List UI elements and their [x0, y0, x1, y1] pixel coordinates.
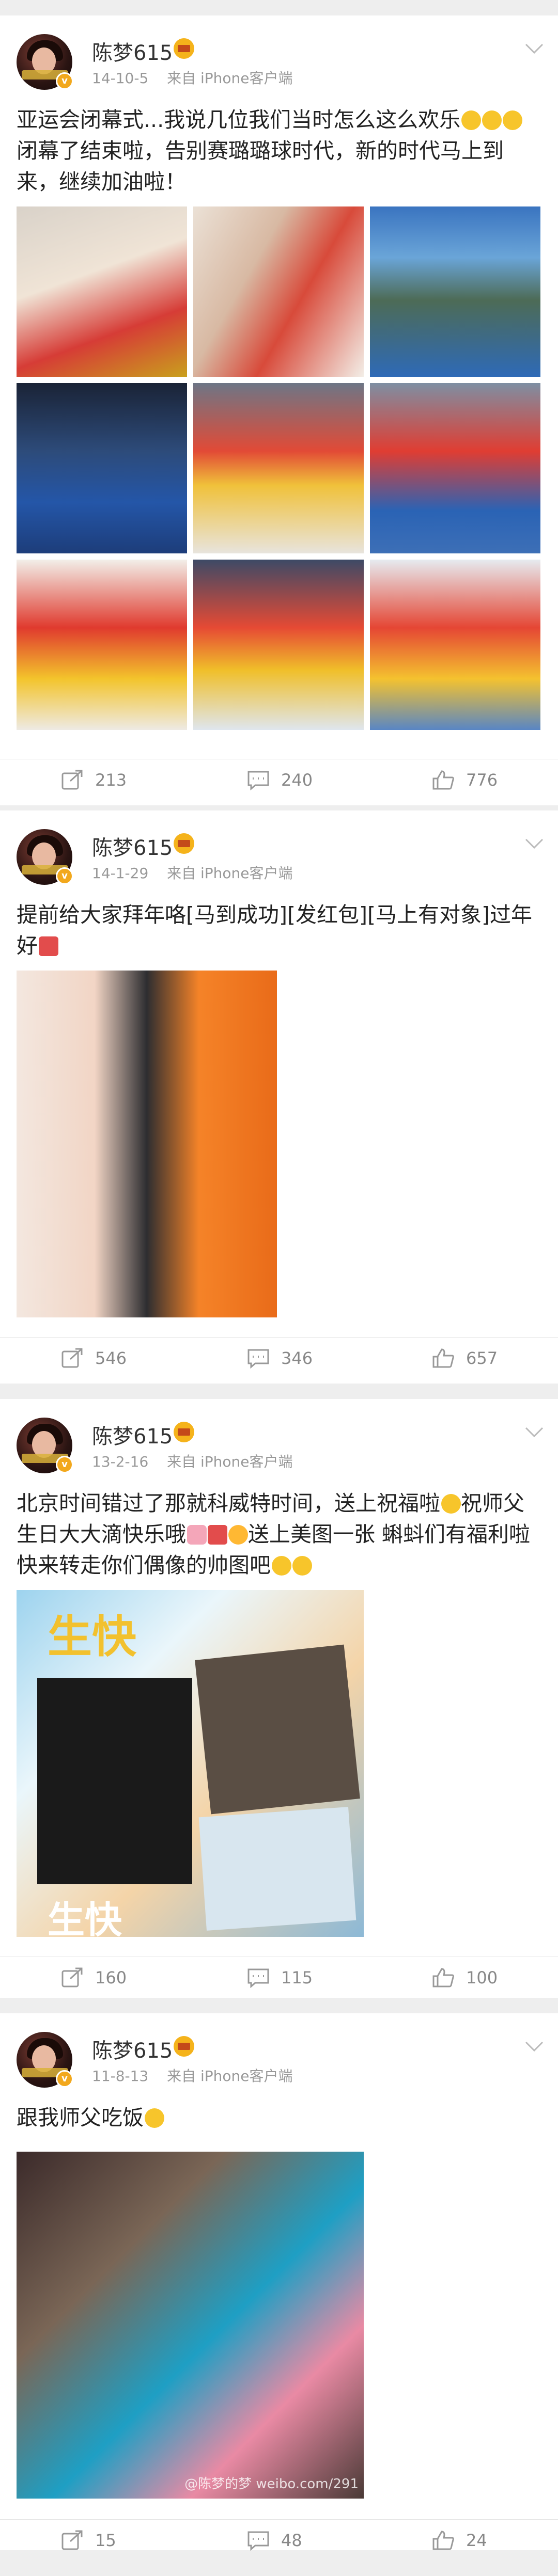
- verified-badge-icon: v: [56, 1456, 73, 1473]
- like-button[interactable]: 657: [432, 1338, 498, 1379]
- chevron-down-icon[interactable]: [524, 2039, 545, 2054]
- photo-1[interactable]: [17, 206, 187, 377]
- photo-4[interactable]: [17, 383, 187, 553]
- emoji-icon: [145, 2108, 164, 2128]
- post-text: 提前给大家拜年咯[马到成功][发红包][马上有对象]过年好: [17, 902, 532, 958]
- comment-icon: [247, 2531, 269, 2551]
- repost-icon: [61, 2530, 83, 2550]
- crown-icon: [174, 1422, 194, 1442]
- repost-button[interactable]: 160: [61, 1957, 127, 1998]
- post-meta: 14-1-29 来自 iPhone客户端: [92, 862, 293, 883]
- repost-button[interactable]: 213: [61, 759, 127, 801]
- repost-icon: [61, 770, 83, 790]
- emoji-icon: [292, 1556, 312, 1576]
- post-date: 14-1-29: [92, 865, 149, 882]
- username[interactable]: 陈梦615: [92, 2034, 173, 2064]
- action-bar: 546 346 657: [0, 1337, 558, 1378]
- emoji-icon: [461, 110, 482, 130]
- post-meta: 14-10-5 来自 iPhone客户端: [92, 67, 293, 88]
- username[interactable]: 陈梦615: [92, 1420, 173, 1450]
- post-meta: 11-8-13 来自 iPhone客户端: [92, 2065, 293, 2086]
- photo-5[interactable]: [193, 383, 364, 553]
- post-source[interactable]: 来自 iPhone客户端: [167, 70, 292, 87]
- post-card-4: v 陈梦615 11-8-13 来自 iPhone客户端 跟我师父吃饭 @陈梦的…: [0, 2013, 558, 2551]
- post-date: 14-10-5: [92, 70, 149, 87]
- chevron-down-icon[interactable]: [524, 1425, 545, 1439]
- post-card-3: v 陈梦615 13-2-16 来自 iPhone客户端 北京时间错过了那就科威…: [0, 1399, 558, 1998]
- action-bar: 213 240 776: [0, 759, 558, 800]
- like-icon: [432, 770, 454, 790]
- repost-icon: [61, 1348, 83, 1368]
- emoji-icon: [228, 1525, 248, 1545]
- photo-6[interactable]: [370, 383, 540, 553]
- emoji-icon: [482, 110, 502, 130]
- comment-icon: [247, 771, 269, 790]
- comment-button[interactable]: 48: [247, 2520, 302, 2561]
- photo-9[interactable]: [370, 560, 540, 730]
- like-icon: [432, 1348, 454, 1368]
- post-text: 跟我师父吃饭: [17, 2102, 541, 2133]
- gift-icon: [208, 1525, 227, 1545]
- photo-caption-bottom: 生快: [48, 1898, 122, 1937]
- cake-icon: [187, 1525, 207, 1545]
- post-card-1: v 陈梦615 14-10-5 来自 iPhone客户端 亚运会闭幕式...我说…: [0, 15, 558, 805]
- like-icon: [432, 2531, 454, 2550]
- crown-icon: [174, 833, 194, 854]
- emoji-icon: [39, 936, 58, 956]
- comment-button[interactable]: 346: [247, 1338, 313, 1379]
- like-button[interactable]: 100: [432, 1957, 498, 1998]
- photo-2[interactable]: [193, 206, 364, 377]
- action-bar: 15 48 24: [0, 2519, 558, 2561]
- like-icon: [432, 1968, 454, 1987]
- emoji-icon: [272, 1556, 291, 1576]
- photo-1[interactable]: [17, 971, 277, 1317]
- repost-icon: [61, 1967, 83, 1987]
- crown-icon: [174, 38, 194, 59]
- photo-7[interactable]: [17, 560, 187, 730]
- comment-icon: [247, 1349, 269, 1369]
- post-date: 13-2-16: [92, 1453, 149, 1470]
- post-date: 11-8-13: [92, 2068, 149, 2085]
- verified-badge-icon: v: [56, 72, 73, 90]
- photo-1[interactable]: 生快 生快: [17, 1590, 364, 1937]
- verified-badge-icon: v: [56, 2070, 73, 2088]
- post-source[interactable]: 来自 iPhone客户端: [167, 1453, 292, 1470]
- comment-icon: [247, 1968, 269, 1988]
- emoji-icon: [441, 1494, 461, 1514]
- username[interactable]: 陈梦615: [92, 36, 173, 66]
- post-source[interactable]: 来自 iPhone客户端: [167, 2068, 292, 2085]
- photo-1[interactable]: @陈梦的梦 weibo.com/291: [17, 2152, 364, 2499]
- photo-watermark: @陈梦的梦 weibo.com/291: [184, 2476, 359, 2492]
- emoji-icon: [503, 110, 523, 130]
- action-bar: 160 115 100: [0, 1957, 558, 1998]
- repost-button[interactable]: 15: [61, 2520, 116, 2561]
- username[interactable]: 陈梦615: [92, 831, 173, 861]
- verified-badge-icon: v: [56, 867, 73, 885]
- post-source[interactable]: 来自 iPhone客户端: [167, 865, 292, 882]
- photo-8[interactable]: [193, 560, 364, 730]
- post-card-2: v 陈梦615 14-1-29 来自 iPhone客户端 提前给大家拜年咯[马到…: [0, 810, 558, 1384]
- post-text: 北京时间错过了那就科威特时间，送上祝福啦 祝师父生日大大滴快乐哦 送上美图一张 蝌蚪…: [17, 1491, 531, 1578]
- like-button[interactable]: 776: [432, 759, 498, 801]
- repost-button[interactable]: 546: [61, 1338, 127, 1379]
- post-meta: 13-2-16 来自 iPhone客户端: [92, 1451, 293, 1471]
- chevron-down-icon[interactable]: [524, 836, 545, 851]
- crown-icon: [174, 2036, 194, 2057]
- post-text: 亚运会闭幕式...我说几位我们当时怎么这么欢乐 闭幕了结束啦，告别赛璐璐球时代，…: [17, 104, 541, 197]
- comment-button[interactable]: 240: [247, 759, 313, 801]
- like-button[interactable]: 24: [432, 2520, 487, 2561]
- comment-button[interactable]: 115: [247, 1957, 313, 1998]
- photo-3[interactable]: [370, 206, 540, 377]
- chevron-down-icon[interactable]: [524, 41, 545, 56]
- photo-caption-top: 生快: [48, 1611, 136, 1663]
